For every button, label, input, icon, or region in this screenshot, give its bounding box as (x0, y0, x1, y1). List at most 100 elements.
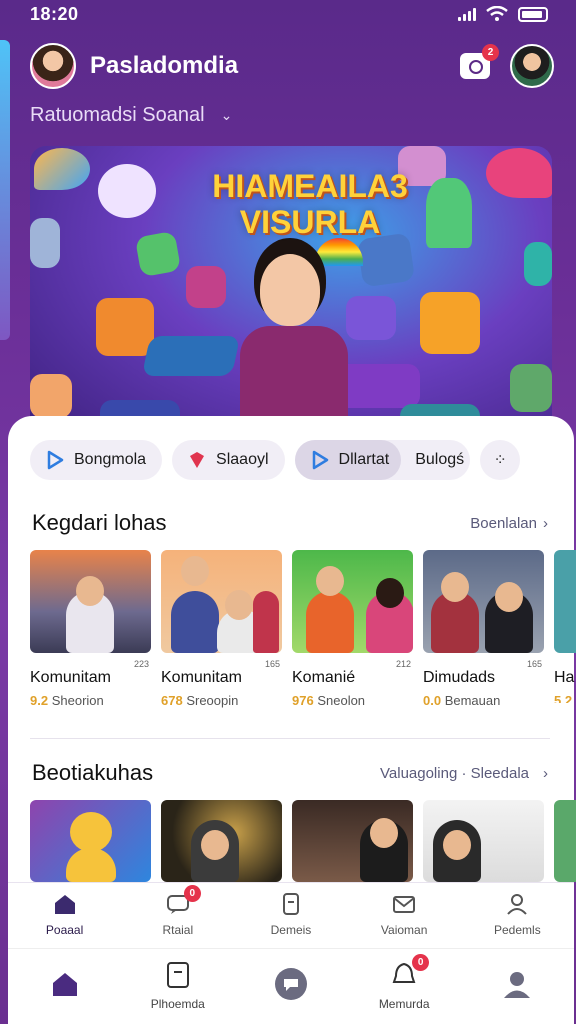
chip-label: Bongmola (74, 451, 147, 468)
chip-label: Bulogś (415, 451, 465, 468)
see-all-label: Valuagoling · Sleedala (380, 764, 529, 782)
chevron-right-icon: › (543, 514, 548, 532)
card-subtitle: 5.2 (554, 693, 572, 703)
see-all-link[interactable]: Boenlalan › (470, 515, 548, 532)
banner-title: HIAMEAILA3 VISURLA (180, 168, 440, 240)
card-count: 9.2 (30, 693, 49, 708)
tab-rtaial[interactable]: 0 Rtaial (123, 884, 233, 939)
mail-icon (393, 895, 416, 913)
chevron-down-icon: ⌄ (220, 107, 233, 123)
activity-card[interactable] (30, 800, 151, 882)
card-name: Komanié (292, 669, 356, 686)
nav-memurda[interactable]: 0 Memurda (349, 954, 459, 1011)
card-count: 976 (292, 693, 314, 708)
see-all-label: Boenlalan (470, 514, 537, 532)
rainbow-shape (315, 238, 363, 266)
home-icon (52, 973, 77, 996)
photo-tile-shape (30, 218, 60, 268)
document-icon (282, 892, 299, 915)
card-thumbnail (423, 550, 544, 653)
tab-vaioman[interactable]: Vaioman (349, 893, 459, 939)
nav-home[interactable] (10, 971, 120, 1002)
card-small-number: 223 (133, 659, 149, 669)
profile-avatar[interactable] (30, 43, 76, 89)
bottom-nav: Plhoemda 0 Memurda (8, 948, 574, 1024)
card-count: 0.0 (423, 693, 442, 708)
category-chips: Bongmola Slaaoyl Dllartat Bulogś ⁘ (30, 440, 521, 480)
card-count: 5.2 (554, 693, 573, 703)
hero-banner[interactable]: HIAMEAILA3 VISURLA (30, 146, 552, 446)
nav-plhoemda[interactable]: Plhoemda (123, 962, 233, 1011)
card-subtitle: 9.2 Sheorion (30, 693, 104, 708)
app-tile-shape (356, 232, 416, 288)
community-card[interactable]: 165 Dimudads 0.0 Bemauan (423, 550, 544, 708)
chip-selected-segment: Dllartat (294, 440, 402, 480)
tablet-icon (166, 962, 189, 988)
tab-label: Poaaal (45, 922, 84, 937)
app-tile-shape (524, 242, 552, 286)
card-name: Komunitam (161, 669, 242, 686)
tab-demeis[interactable]: Demeis (236, 892, 346, 939)
tab-bar: Poaaal 0 Rtaial Demeis Vaioman Pedemls (8, 882, 574, 948)
section-header: Kegdari lohas Boenlalan › (32, 510, 548, 536)
home-icon (54, 894, 75, 914)
card-meta: 212 Komanié 976 Sneolon (292, 659, 413, 708)
section-title: Kegdari lohas (32, 510, 167, 535)
see-all-link[interactable]: Valuagoling · Sleedala › (380, 765, 548, 782)
community-card[interactable]: 165 Komunitam 678 Sreoopin (161, 550, 282, 708)
activity-card[interactable] (161, 800, 282, 882)
cute-ghost-character (98, 164, 156, 218)
card-sub-label: Sreoopin (186, 693, 239, 708)
nav-badge: 0 (412, 954, 430, 971)
user-icon (504, 972, 531, 998)
card-thumbnail (161, 800, 282, 882)
chip-dllartat[interactable]: Dllartat Bulogś (294, 440, 471, 480)
activity-card-partial[interactable] (554, 800, 576, 882)
subtitle: Ratuomadsi Soanal (30, 104, 205, 126)
dots-icon: ⁘ (493, 452, 507, 469)
play-icon (47, 450, 64, 470)
community-card[interactable]: 212 Komanié 976 Sneolon (292, 550, 413, 708)
section-divider (30, 738, 550, 739)
tab-label: Pedemls (494, 922, 541, 937)
card-name: Ha (554, 669, 575, 686)
friend-avatar[interactable] (510, 44, 554, 88)
camera-badge: 2 (482, 44, 499, 61)
message-icon (274, 968, 307, 1000)
tab-label: Vaioman (380, 922, 428, 937)
heart-icon (190, 452, 205, 468)
speech-bubble-shape (486, 148, 552, 198)
subtitle-row[interactable]: Ratuomadsi Soanal ⌄ (30, 104, 232, 127)
tab-poaaal[interactable]: Poaaal (10, 893, 120, 939)
chip-label: Dllartat (338, 451, 390, 468)
banner-title-line1: HIAMEAILA3 (212, 168, 408, 204)
tab-badge: 0 (183, 884, 201, 902)
profile-icon (507, 893, 528, 915)
battery-icon (518, 6, 548, 22)
community-card[interactable]: 223 Komunitam 9.2 Sheorion (30, 550, 151, 708)
photo-tile-shape (510, 364, 552, 412)
camera-button[interactable]: 2 (460, 44, 499, 79)
side-edge-strip (0, 40, 10, 340)
nav-messages[interactable] (236, 967, 346, 1006)
nav-profile[interactable] (462, 969, 572, 1004)
app-header: Pasladomdia 2 (30, 40, 554, 92)
more-chips-button[interactable]: ⁘ (480, 440, 521, 480)
community-cards: 223 Komunitam 9.2 Sheorion 165 Komunitam… (30, 550, 576, 708)
section-title: Beotiakuhas (32, 760, 154, 785)
chip-bongmola[interactable]: Bongmola (30, 440, 163, 480)
activity-card[interactable] (292, 800, 413, 882)
banner-title-line2: VISURLA (239, 204, 381, 240)
tab-pedemls[interactable]: Pedemls (462, 893, 572, 939)
chip-slaaoyl[interactable]: Slaaoyl (172, 440, 285, 480)
card-meta: 223 Komunitam 9.2 Sheorion (30, 659, 151, 708)
card-thumbnail (554, 800, 576, 882)
orange-character (96, 298, 154, 356)
play-icon (312, 450, 328, 470)
community-card-partial[interactable]: Ha 5.2 (554, 550, 576, 703)
activity-card[interactable] (423, 800, 544, 882)
section-header: Beotiakuhas Valuagoling · Sleedala › (32, 760, 548, 786)
app-tile-shape (30, 374, 72, 418)
chevron-right-icon: › (543, 764, 548, 782)
tab-label: Demeis (270, 922, 312, 937)
